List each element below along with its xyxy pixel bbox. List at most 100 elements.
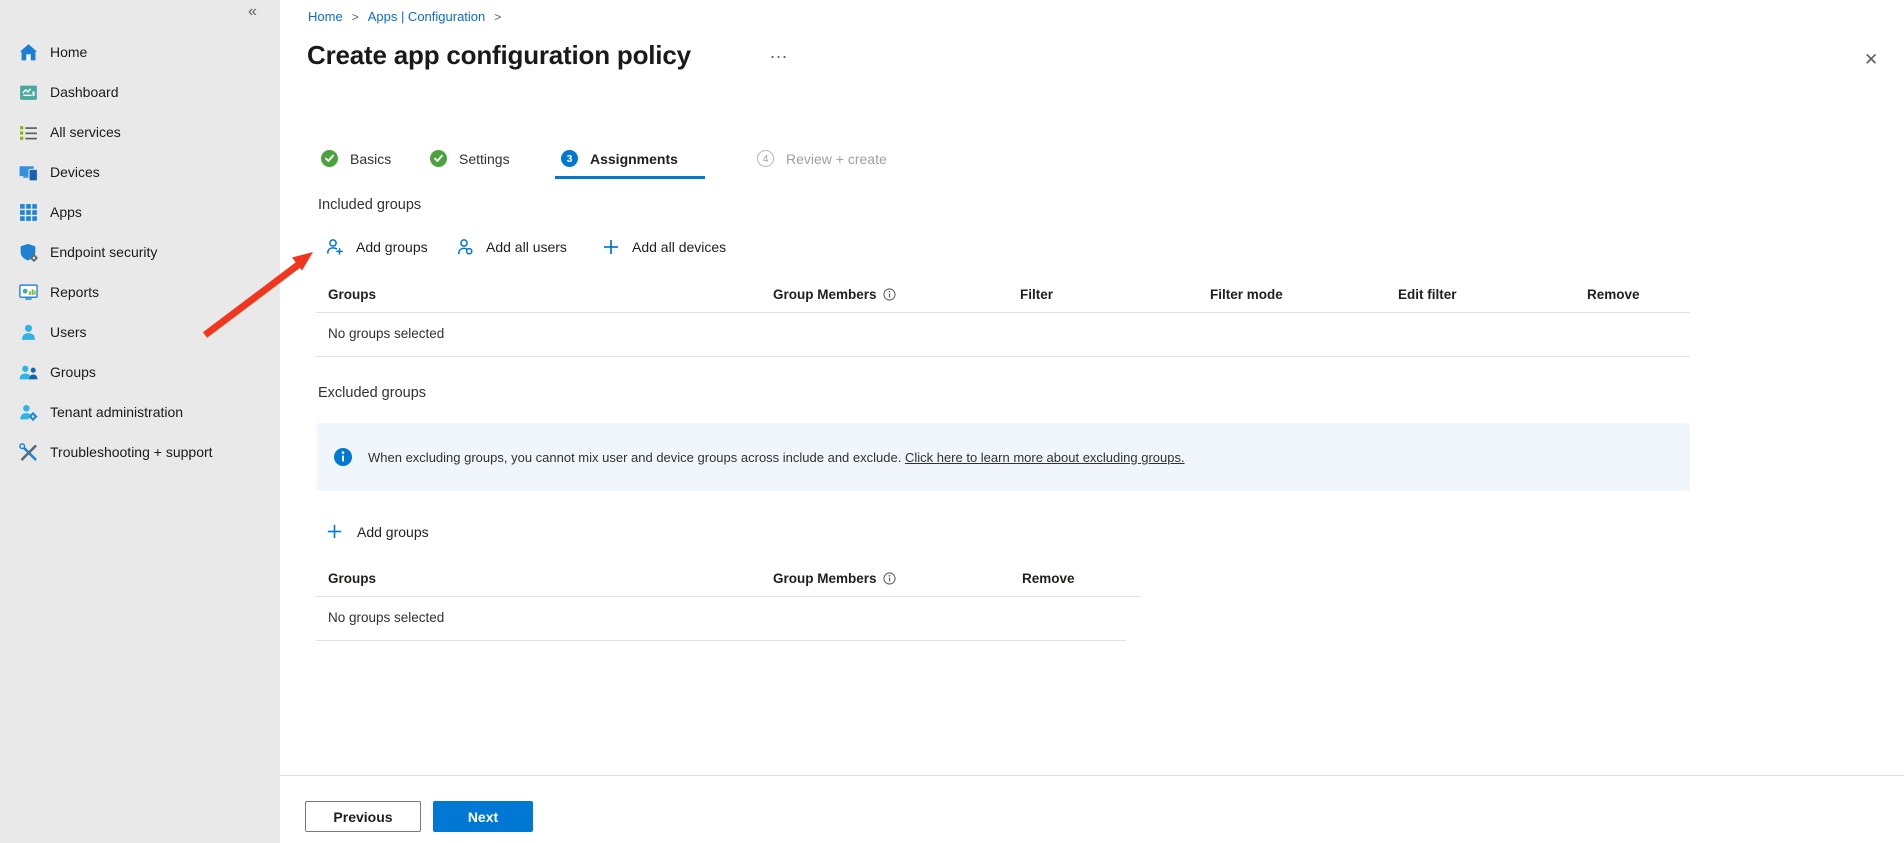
plus-icon (325, 522, 344, 541)
tab-basics[interactable]: Basics (321, 150, 391, 167)
sidebar-item-users[interactable]: Users (0, 312, 280, 352)
included-groups-title: Included groups (318, 197, 421, 213)
sidebar-item-dashboard[interactable]: Dashboard (0, 72, 280, 112)
breadcrumb: Home > Apps | Configuration > (308, 9, 501, 24)
apps-icon (18, 202, 39, 223)
add-groups-label: Add groups (356, 239, 428, 255)
tab-assignments[interactable]: 3 Assignments (561, 150, 678, 167)
more-menu-icon[interactable]: ... (770, 42, 788, 63)
tenant-admin-icon (18, 402, 39, 423)
check-circle-icon (321, 150, 338, 167)
sidebar-item-label: Groups (50, 364, 96, 380)
sidebar-item-all-services[interactable]: All services (0, 112, 280, 152)
breadcrumb-apps-configuration-link[interactable]: Apps | Configuration (368, 9, 486, 24)
column-header-remove: Remove (1587, 287, 1640, 302)
sidebar-item-apps[interactable]: Apps (0, 192, 280, 232)
sidebar-nav-list: Home Dashboard All services Devices Apps (0, 32, 280, 472)
check-circle-icon (430, 150, 447, 167)
empty-state-text: No groups selected (328, 610, 444, 625)
column-header-groups: Groups (328, 571, 376, 586)
banner-learn-more-link[interactable]: Click here to learn more about excluding… (905, 450, 1185, 465)
reports-icon (18, 282, 39, 303)
sidebar-item-label: Home (50, 44, 87, 60)
breadcrumb-separator: > (352, 10, 359, 24)
active-tab-underline (555, 176, 705, 179)
sidebar-item-endpoint-security[interactable]: Endpoint security (0, 232, 280, 272)
groups-icon (18, 362, 39, 383)
sidebar-item-tenant-administration[interactable]: Tenant administration (0, 392, 280, 432)
step-number-icon: 4 (757, 150, 774, 167)
person-all-users-icon (455, 237, 475, 257)
excluded-table-header-row: Groups Group Members Remove (316, 562, 1140, 597)
info-banner: When excluding groups, you cannot mix us… (317, 423, 1690, 491)
add-all-devices-label: Add all devices (632, 239, 726, 255)
sidebar-item-label: Users (50, 324, 87, 340)
create-app-config-policy-page: « Home Dashboard All services Devices Ap… (0, 0, 1904, 843)
column-header-filter: Filter (1020, 287, 1053, 302)
footer-divider (280, 775, 1904, 776)
excluded-add-groups-label: Add groups (357, 524, 429, 540)
tab-label: Basics (350, 151, 391, 167)
sidebar-item-reports[interactable]: Reports (0, 272, 280, 312)
sidebar-item-label: Reports (50, 284, 99, 300)
step-number-icon: 3 (561, 150, 578, 167)
home-icon (18, 42, 39, 63)
troubleshooting-icon (18, 442, 39, 463)
sidebar-item-label: Apps (50, 204, 82, 220)
all-services-icon (18, 122, 39, 143)
dashboard-icon (18, 82, 39, 103)
sidebar-item-groups[interactable]: Groups (0, 352, 280, 392)
column-header-group-members: Group Members (773, 571, 896, 586)
banner-message: When excluding groups, you cannot mix us… (368, 450, 901, 465)
column-header-remove: Remove (1022, 571, 1075, 586)
tab-settings[interactable]: Settings (430, 150, 510, 167)
previous-button[interactable]: Previous (305, 801, 421, 832)
banner-text: When excluding groups, you cannot mix us… (368, 450, 1185, 465)
empty-state-text: No groups selected (328, 326, 444, 341)
included-table-empty-row: No groups selected (316, 313, 1690, 357)
plus-icon (601, 237, 621, 257)
tab-label: Assignments (590, 151, 678, 167)
excluded-add-groups-button[interactable]: Add groups (325, 522, 429, 541)
excluded-groups-title: Excluded groups (318, 385, 426, 401)
sidebar-item-label: Tenant administration (50, 404, 183, 420)
endpoint-security-icon (18, 242, 39, 263)
column-header-group-members: Group Members (773, 287, 896, 302)
info-icon[interactable] (883, 572, 896, 585)
sidebar-item-label: Troubleshooting + support (50, 444, 213, 460)
sidebar-item-label: Devices (50, 164, 100, 180)
sidebar-item-devices[interactable]: Devices (0, 152, 280, 192)
sidebar-item-troubleshooting-support[interactable]: Troubleshooting + support (0, 432, 280, 472)
close-icon[interactable]: ✕ (1864, 50, 1878, 70)
sidebar-collapse-icon[interactable]: « (248, 3, 257, 21)
info-filled-icon (333, 447, 353, 467)
column-header-label: Group Members (773, 571, 877, 586)
sidebar-item-home[interactable]: Home (0, 32, 280, 72)
add-all-devices-button[interactable]: Add all devices (601, 237, 726, 257)
included-groups-table: Groups Group Members Filter Filter mode … (316, 278, 1690, 357)
users-icon (18, 322, 39, 343)
included-table-header-row: Groups Group Members Filter Filter mode … (316, 278, 1690, 313)
devices-icon (18, 162, 39, 183)
add-all-users-button[interactable]: Add all users (455, 237, 567, 257)
nav-sidebar: « Home Dashboard All services Devices Ap… (0, 0, 280, 843)
excluded-groups-table: Groups Group Members Remove No groups se… (316, 562, 1140, 641)
info-icon[interactable] (883, 288, 896, 301)
breadcrumb-separator: > (494, 10, 501, 24)
tab-review-create[interactable]: 4 Review + create (757, 150, 887, 167)
column-header-label: Group Members (773, 287, 877, 302)
page-title: Create app configuration policy (307, 40, 691, 71)
column-header-groups: Groups (328, 287, 376, 302)
sidebar-item-label: All services (50, 124, 121, 140)
column-header-edit-filter: Edit filter (1398, 287, 1457, 302)
next-button[interactable]: Next (433, 801, 533, 832)
tab-label: Settings (459, 151, 510, 167)
add-all-users-label: Add all users (486, 239, 567, 255)
column-header-filter-mode: Filter mode (1210, 287, 1283, 302)
person-add-icon (325, 237, 345, 257)
breadcrumb-home-link[interactable]: Home (308, 9, 343, 24)
excluded-table-empty-row: No groups selected (316, 597, 1126, 641)
sidebar-item-label: Endpoint security (50, 244, 157, 260)
add-groups-button[interactable]: Add groups (325, 237, 428, 257)
tab-label: Review + create (786, 151, 887, 167)
